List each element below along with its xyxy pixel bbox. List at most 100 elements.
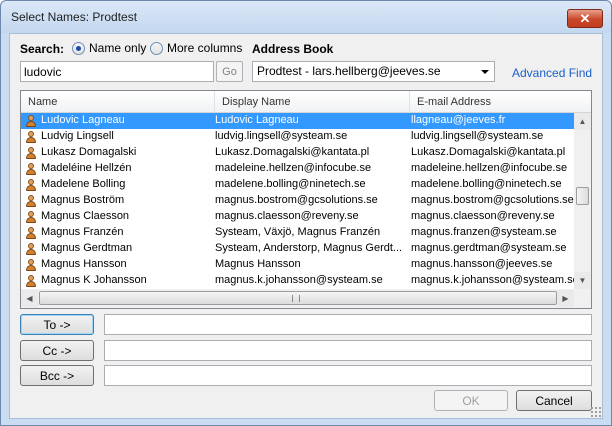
cell-display-name: madelene.bolling@ninetech.se	[215, 178, 366, 190]
column-header-email[interactable]: E-mail Address	[410, 91, 591, 113]
table-row[interactable]: Lukasz Domagalski Lukasz.Domagalski@kanta…	[21, 145, 574, 161]
radio-name-only[interactable]: Name only	[72, 41, 146, 55]
contact-icon	[26, 115, 36, 127]
chevron-down-icon[interactable]	[481, 70, 489, 74]
cell-display-name: Systeam, Anderstorp, Magnus Gerdt...	[215, 242, 401, 254]
search-input[interactable]	[20, 61, 214, 82]
cell-display-name: Lukasz.Domagalski@kantata.pl	[215, 146, 370, 158]
cell-name: Madelene Bolling	[41, 178, 126, 190]
cell-email: magnus.claesson@reveny.se	[411, 210, 555, 222]
advanced-find-link[interactable]: Advanced Find	[512, 66, 592, 80]
close-icon: ✕	[579, 10, 591, 26]
contact-icon	[26, 259, 36, 271]
horizontal-scrollbar[interactable]: ◀ ▶	[21, 289, 574, 308]
cell-email: magnus.k.johansson@systeam.se	[411, 274, 574, 286]
scroll-down-icon[interactable]: ▼	[574, 272, 591, 289]
cell-email: magnus.hansson@jeeves.se	[411, 258, 553, 270]
scrollbar-corner	[574, 289, 591, 308]
cell-name: Magnus Gerdtman	[41, 242, 133, 254]
cell-email: madeleine.hellzen@infocube.se	[411, 162, 568, 174]
contact-icon	[26, 227, 36, 239]
to-button[interactable]: To ->	[20, 314, 94, 335]
table-row[interactable]: Magnus Boström magnus.bostrom@gcsolutions…	[21, 193, 574, 209]
scroll-left-icon[interactable]: ◀	[21, 290, 38, 307]
cell-email: magnus.franzen@systeam.se	[411, 226, 557, 238]
table-row[interactable]: Madeléine Hellzén madeleine.hellzen@infoc…	[21, 161, 574, 177]
dialog-body: Search: Name only More columns Address B…	[9, 33, 603, 419]
cancel-button[interactable]: Cancel	[516, 390, 592, 411]
radio-more-columns-label: More columns	[167, 41, 243, 55]
table-row[interactable]: Magnus Claesson magnus.claesson@reveny.se…	[21, 209, 574, 225]
select-names-dialog: Select Names: Prodtest ✕ Search: Name on…	[0, 0, 612, 426]
address-book-label: Address Book	[252, 42, 334, 56]
vertical-scroll-thumb[interactable]	[576, 187, 589, 205]
cell-display-name: Ludovic Lagneau	[215, 114, 299, 126]
cell-display-name: magnus.k.johansson@systeam.se	[215, 274, 383, 286]
cell-name: Magnus Franzén	[41, 226, 124, 238]
cell-display-name: magnus.claesson@reveny.se	[215, 210, 359, 222]
to-field[interactable]	[104, 314, 592, 335]
column-header-display-name[interactable]: Display Name	[215, 91, 410, 113]
table-row[interactable]: Magnus Franzén Systeam, Växjö, Magnus Fra…	[21, 225, 574, 241]
ok-button[interactable]: OK	[434, 390, 508, 411]
contact-icon	[26, 147, 36, 159]
table-row[interactable]: Ludovic Lagneau Ludovic Lagneau llagneau@j…	[21, 113, 574, 129]
radio-more-columns-indicator[interactable]	[150, 41, 163, 55]
cell-display-name: Systeam, Växjö, Magnus Franzén	[215, 226, 381, 238]
cc-field[interactable]	[104, 340, 592, 361]
table-row[interactable]: Madelene Bolling madelene.bolling@ninetec…	[21, 177, 574, 193]
scroll-up-icon[interactable]: ▲	[574, 113, 591, 130]
cell-name: Ludvig Lingsell	[41, 130, 114, 142]
cell-name: Magnus Hansson	[41, 258, 127, 270]
contact-icon	[26, 275, 36, 287]
grip-icon	[292, 295, 300, 302]
close-button[interactable]: ✕	[567, 9, 603, 28]
contact-icon	[26, 131, 36, 143]
search-label: Search:	[20, 42, 65, 56]
scroll-right-icon[interactable]: ▶	[557, 290, 574, 307]
go-button[interactable]: Go	[216, 61, 243, 82]
address-book-selected-value: Prodtest - lars.hellberg@jeeves.se	[257, 64, 441, 78]
list-rows: Ludovic Lagneau Ludovic Lagneau llagneau@j…	[21, 113, 574, 289]
cell-name: Magnus Boström	[41, 194, 125, 206]
cell-email: magnus.gerdtman@systeam.se	[411, 242, 567, 254]
contact-icon	[26, 163, 36, 175]
bcc-button[interactable]: Bcc ->	[20, 365, 94, 386]
cell-name: Magnus Claesson	[41, 210, 130, 222]
table-row[interactable]: Magnus K Johansson magnus.k.johansson@sys…	[21, 273, 574, 289]
radio-more-columns[interactable]: More columns	[150, 41, 242, 55]
cell-email: magnus.bostrom@gcsolutions.se	[411, 194, 574, 206]
table-row[interactable]: Magnus Gerdtman Systeam, Anderstorp, Magn…	[21, 241, 574, 257]
window-title: Select Names: Prodtest	[11, 10, 138, 24]
cell-email: madelene.bolling@ninetech.se	[411, 178, 562, 190]
vertical-scrollbar[interactable]: ▲ ▼	[574, 113, 591, 289]
table-row[interactable]: Magnus Hansson Magnus Hansson magnus.hanss…	[21, 257, 574, 273]
contact-icon	[26, 179, 36, 191]
cc-button[interactable]: Cc ->	[20, 340, 94, 361]
cell-email: Lukasz.Domagalski@kantata.pl	[411, 146, 566, 158]
resize-grip-icon[interactable]	[590, 406, 602, 418]
radio-name-only-label: Name only	[89, 41, 147, 55]
cell-display-name: Magnus Hansson	[215, 258, 301, 270]
names-list[interactable]: Name Display Name E-mail Address Ludovic…	[20, 90, 592, 309]
cell-name: Magnus K Johansson	[41, 274, 147, 286]
cell-display-name: ludvig.lingsell@systeam.se	[215, 130, 348, 142]
contact-icon	[26, 243, 36, 255]
bcc-field[interactable]	[104, 365, 592, 386]
title-bar[interactable]: Select Names: Prodtest ✕	[1, 1, 611, 33]
cell-email: llagneau@jeeves.fr	[411, 114, 506, 126]
cell-name: Lukasz Domagalski	[41, 146, 137, 158]
contact-icon	[26, 211, 36, 223]
horizontal-scroll-thumb[interactable]	[39, 291, 557, 305]
list-header: Name Display Name E-mail Address	[21, 91, 591, 113]
cell-display-name: magnus.bostrom@gcsolutions.se	[215, 194, 378, 206]
contact-icon	[26, 195, 36, 207]
cell-name: Madeléine Hellzén	[41, 162, 132, 174]
cell-display-name: madeleine.hellzen@infocube.se	[215, 162, 372, 174]
table-row[interactable]: Ludvig Lingsell ludvig.lingsell@systeam.s…	[21, 129, 574, 145]
column-header-name[interactable]: Name	[21, 91, 215, 113]
cell-email: ludvig.lingsell@systeam.se	[411, 130, 544, 142]
address-book-select[interactable]: Prodtest - lars.hellberg@jeeves.se	[252, 61, 495, 82]
radio-name-only-indicator[interactable]	[72, 41, 85, 55]
cell-name: Ludovic Lagneau	[41, 114, 125, 126]
